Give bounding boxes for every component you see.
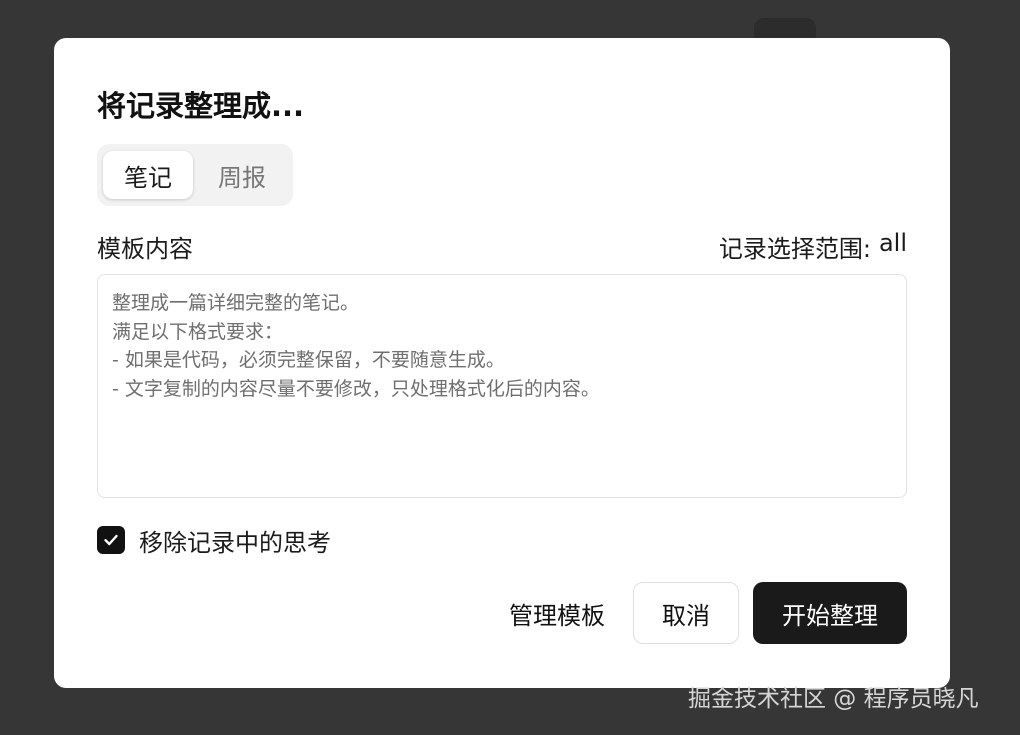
template-header: 模板内容 记录选择范围: all bbox=[97, 228, 907, 264]
remove-thinking-label: 移除记录中的思考 bbox=[139, 528, 331, 557]
start-organize-button[interactable]: 开始整理 bbox=[753, 582, 907, 644]
organize-dialog: 将记录整理成... 笔记 周报 模板内容 记录选择范围: all 整理成一篇详细… bbox=[54, 38, 950, 688]
template-line: 满足以下格式要求： bbox=[112, 320, 284, 343]
record-scope-label: 记录选择范围: bbox=[718, 234, 871, 263]
template-content-textarea[interactable]: 整理成一篇详细完整的笔记。 满足以下格式要求： - 如果是代码，必须完整保留，不… bbox=[97, 274, 907, 498]
tab-notes[interactable]: 笔记 bbox=[103, 151, 193, 199]
record-scope-value: all bbox=[878, 228, 907, 257]
dialog-actions: 管理模板 取消 开始整理 bbox=[495, 582, 907, 644]
dialog-title: 将记录整理成... bbox=[97, 89, 305, 123]
template-line: - 文字复制的内容尽量不要修改，只处理格式化后的内容。 bbox=[112, 377, 600, 400]
record-scope: 记录选择范围: all bbox=[719, 229, 907, 264]
template-line: - 如果是代码，必须完整保留，不要随意生成。 bbox=[112, 349, 505, 371]
mode-tabs: 笔记 周报 bbox=[97, 144, 293, 206]
tab-weekly-report[interactable]: 周报 bbox=[197, 151, 287, 199]
check-icon bbox=[104, 534, 118, 546]
manage-templates-button[interactable]: 管理模板 bbox=[495, 582, 619, 644]
template-label: 模板内容 bbox=[97, 234, 193, 263]
cancel-button[interactable]: 取消 bbox=[633, 582, 739, 644]
remove-thinking-checkbox[interactable] bbox=[97, 526, 125, 554]
template-line: 整理成一篇详细完整的笔记。 bbox=[112, 292, 360, 314]
remove-thinking-option[interactable]: 移除记录中的思考 bbox=[97, 522, 331, 558]
watermark: 掘金技术社区 @ 程序员晓凡 bbox=[688, 686, 979, 712]
